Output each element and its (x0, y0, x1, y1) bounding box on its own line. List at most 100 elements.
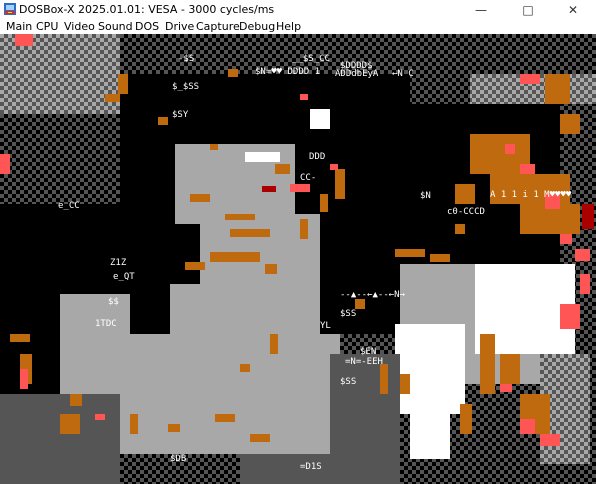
text-glyph-fragment: 1TDC (95, 319, 117, 329)
brown-speckle (270, 334, 278, 354)
brown-speckle (335, 169, 345, 199)
red-speckle (520, 164, 535, 174)
text-glyph-fragment: DDD (309, 152, 325, 162)
brown-speckle (230, 229, 270, 237)
brown-speckle (185, 262, 205, 270)
brown-speckle (250, 434, 270, 442)
text-glyph-fragment: ←N C (392, 69, 414, 79)
text-glyph-fragment: e_CC (58, 201, 80, 211)
brown-speckle (215, 414, 235, 422)
red-speckle (560, 234, 572, 244)
eye-highlight (310, 109, 330, 129)
menu-help[interactable]: Help (276, 20, 301, 33)
brown-speckle (355, 299, 365, 309)
red-speckle (15, 34, 33, 46)
brown-speckle (460, 404, 472, 434)
chest-right (230, 334, 340, 454)
text-glyph-fragment: =D1S (300, 462, 322, 472)
brown-speckle (210, 252, 260, 262)
brown-speckle (320, 194, 328, 212)
brown-speckle (70, 394, 82, 406)
menu-bar: Main CPU Video Sound DOS Drive Capture D… (0, 19, 596, 35)
red-speckle (575, 249, 590, 261)
text-glyph-fragment: =N=-EEH (345, 357, 383, 367)
text-glyph-fragment: $N=♥♥ DDDD 1 (255, 67, 320, 77)
red-speckle (520, 419, 535, 434)
menu-debug[interactable]: Debug (239, 20, 275, 33)
center-lower (330, 354, 400, 484)
brown-speckle (190, 194, 210, 202)
face-highlight (245, 152, 280, 162)
red-speckle (95, 414, 105, 420)
red-speckle (290, 184, 310, 192)
text-glyph-fragment: $SS (340, 377, 356, 387)
brown-speckle (400, 374, 410, 394)
menu-drive[interactable]: Drive (165, 20, 194, 33)
red-speckle (560, 304, 580, 329)
text-glyph-fragment: $SY (172, 110, 189, 120)
brown-speckle (118, 74, 128, 94)
red-speckle (330, 164, 338, 170)
brown-speckle (455, 224, 465, 234)
vesa-text-mode-canvas[interactable]: -$S __$S_CC$DDDD$$N=♥♥ DDDD 1 ADDdbEyA ←N C… (0, 34, 596, 484)
text-glyph-fragment: A 1 1 i 1 M♥♥♥♥ (490, 190, 572, 200)
minimize-icon: — (475, 2, 487, 17)
menu-video[interactable]: Video (64, 20, 95, 33)
brown-speckle (275, 164, 290, 174)
red-speckle (0, 154, 10, 174)
brown-speckle (395, 249, 425, 257)
brown-speckle (265, 264, 277, 274)
menu-sound[interactable]: Sound (98, 20, 133, 33)
brown-speckle (158, 117, 168, 125)
brown-speckle (210, 144, 218, 150)
brown-speckle (560, 114, 580, 134)
brown-speckle (10, 334, 30, 342)
text-glyph-fragment: $N (420, 191, 431, 201)
minimize-button[interactable]: — (458, 0, 504, 19)
close-button[interactable]: ✕ (550, 0, 596, 19)
title-bar[interactable]: DOSBox-X 2025.01.01: VESA - 3000 cycles/… (0, 0, 596, 20)
brown-speckle (480, 334, 495, 394)
dark-red-mark (262, 186, 276, 192)
text-glyph-fragment: $_$SS (172, 82, 199, 92)
text-glyph-fragment: -$S (178, 54, 194, 64)
lower-left (0, 394, 120, 484)
menu-capture[interactable]: Capture (196, 20, 240, 33)
chest-left (120, 334, 240, 454)
red-speckle (520, 74, 540, 84)
close-icon: ✕ (567, 2, 579, 17)
text-glyph-fragment: YL (320, 321, 331, 331)
text-glyph-fragment: $EN (360, 347, 376, 357)
red-speckle (540, 434, 560, 446)
text-glyph-fragment: CCC-C (418, 427, 445, 437)
bottom-mid (240, 454, 340, 484)
text-glyph-fragment: __$S_CC (292, 54, 330, 64)
brown-speckle (380, 364, 388, 394)
brown-speckle (455, 184, 475, 204)
text-glyph-fragment: ADDdbEyA (335, 69, 379, 79)
brown-speckle (545, 74, 570, 104)
dark-red-mark (582, 204, 594, 229)
menu-main[interactable]: Main (6, 20, 32, 33)
text-glyph-fragment: $SS (340, 309, 356, 319)
red-speckle (300, 94, 308, 100)
dosbox-app-icon[interactable] (4, 3, 16, 15)
maximize-icon: □ (522, 2, 534, 17)
brown-speckle (105, 94, 120, 102)
text-glyph-fragment: e_QT (113, 272, 135, 282)
maximize-button[interactable]: □ (505, 0, 551, 19)
menu-cpu[interactable]: CPU (36, 20, 58, 33)
red-speckle (580, 274, 590, 294)
emulator-display[interactable]: -$S __$S_CC $DDDD$ $N=♥♥ DDDD 1 ADDdbEyA ←N C… (0, 34, 596, 484)
window-title: DOSBox-X 2025.01.01: VESA - 3000 cycles/… (19, 3, 275, 16)
text-glyph-fragment: --▲--←▲--←N→ (340, 290, 406, 300)
brown-speckle (500, 354, 520, 384)
text-glyph-fragment: $$ (108, 297, 119, 307)
brown-speckle (130, 414, 138, 434)
brown-speckle (225, 214, 255, 220)
menu-dos[interactable]: DOS (135, 20, 159, 33)
brown-speckle (168, 424, 180, 432)
red-speckle (20, 369, 28, 389)
red-speckle (505, 144, 515, 154)
brown-speckle (240, 364, 250, 372)
